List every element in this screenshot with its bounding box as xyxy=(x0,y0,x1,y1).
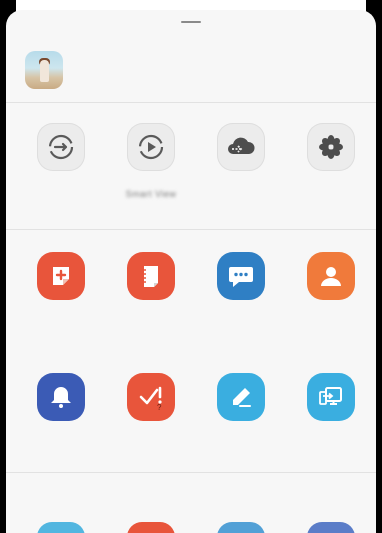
bell-icon xyxy=(37,373,85,421)
divider xyxy=(6,102,376,103)
pen-icon xyxy=(217,373,265,421)
contact-icon xyxy=(307,252,355,300)
divider xyxy=(6,229,376,230)
avatar xyxy=(25,51,63,89)
peek-app-icon[interactable] xyxy=(307,522,355,533)
peek-app-icon[interactable] xyxy=(217,522,265,533)
svg-text:?: ? xyxy=(157,403,162,410)
smart-view-play-icon xyxy=(127,123,175,171)
cloud-upload-icon xyxy=(217,123,265,171)
peek-app-icon[interactable] xyxy=(127,522,175,533)
message-icon xyxy=(217,252,265,300)
drag-handle[interactable] xyxy=(181,21,201,23)
reminder-check-icon: ? xyxy=(127,373,175,421)
note-plus-icon xyxy=(37,252,85,300)
screen-share-icon xyxy=(307,373,355,421)
sync-arrow-icon xyxy=(37,123,85,171)
peek-app-icon[interactable] xyxy=(37,522,85,533)
quick-share-label: Smart View xyxy=(125,189,177,199)
divider xyxy=(6,472,376,473)
recent-contact[interactable] xyxy=(6,40,376,100)
share-sheet: Smart View ? xyxy=(6,10,376,533)
notebook-icon xyxy=(127,252,175,300)
flower-icon xyxy=(307,123,355,171)
